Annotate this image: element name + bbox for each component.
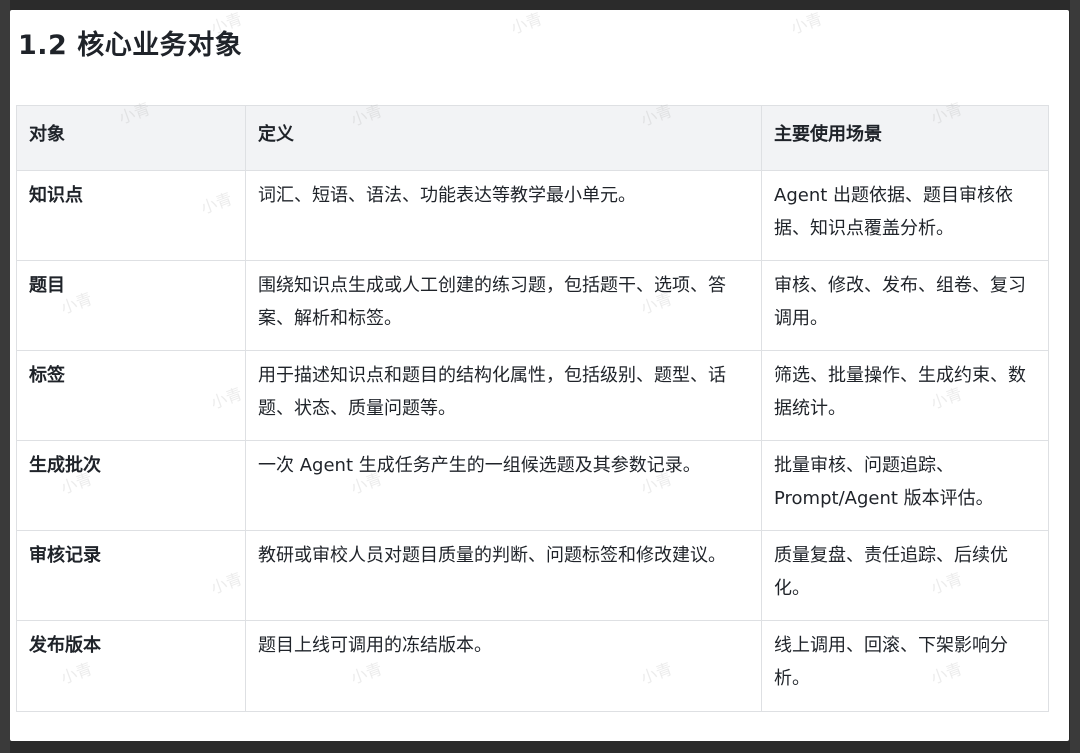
business-objects-table: 对象 定义 主要使用场景 知识点 词汇、短语、语法、功能表达等教学最小单元。 A…: [16, 105, 1049, 712]
cell-usage: 批量审核、问题追踪、Prompt/Agent 版本评估。: [761, 440, 1049, 531]
cell-object: 审核记录: [16, 530, 246, 621]
cell-usage: 线上调用、回滚、下架影响分析。: [761, 620, 1049, 712]
cell-usage: 质量复盘、责任追踪、后续优化。: [761, 530, 1049, 621]
table-row: 发布版本 题目上线可调用的冻结版本。 线上调用、回滚、下架影响分析。: [16, 620, 1049, 712]
document-panel: 1.2 核心业务对象 对象 定义 主要使用场景 知识点 词汇、短语、语法、功能表…: [10, 10, 1069, 741]
cell-definition: 词汇、短语、语法、功能表达等教学最小单元。: [245, 170, 762, 261]
background-window-edge-left: [0, 0, 10, 753]
cell-object: 生成批次: [16, 440, 246, 531]
table-row: 题目 围绕知识点生成或人工创建的练习题，包括题干、选项、答案、解析和标签。 审核…: [16, 260, 1049, 351]
cell-usage: Agent 出题依据、题目审核依据、知识点覆盖分析。: [761, 170, 1049, 261]
cell-usage: 审核、修改、发布、组卷、复习调用。: [761, 260, 1049, 351]
cell-definition: 教研或审校人员对题目质量的判断、问题标签和修改建议。: [245, 530, 762, 621]
section-heading: 1.2 核心业务对象: [18, 30, 243, 61]
cell-definition: 围绕知识点生成或人工创建的练习题，包括题干、选项、答案、解析和标签。: [245, 260, 762, 351]
cell-definition: 一次 Agent 生成任务产生的一组候选题及其参数记录。: [245, 440, 762, 531]
background-window-edge-right: [1070, 0, 1080, 753]
column-header-object: 对象: [16, 105, 246, 171]
cell-object: 标签: [16, 350, 246, 441]
table-row: 审核记录 教研或审校人员对题目质量的判断、问题标签和修改建议。 质量复盘、责任追…: [16, 530, 1049, 621]
cell-definition: 题目上线可调用的冻结版本。: [245, 620, 762, 712]
watermark-text: 小青: [508, 10, 545, 38]
column-header-definition: 定义: [245, 105, 762, 171]
table-row: 标签 用于描述知识点和题目的结构化属性，包括级别、题型、话题、状态、质量问题等。…: [16, 350, 1049, 441]
table-header-row: 对象 定义 主要使用场景: [16, 105, 1049, 171]
cell-object: 题目: [16, 260, 246, 351]
business-objects-table-container: 对象 定义 主要使用场景 知识点 词汇、短语、语法、功能表达等教学最小单元。 A…: [16, 105, 1049, 712]
cell-object: 发布版本: [16, 620, 246, 712]
cell-object: 知识点: [16, 170, 246, 261]
watermark-text: 小青: [788, 10, 825, 38]
cell-usage: 筛选、批量操作、生成约束、数据统计。: [761, 350, 1049, 441]
table-row: 知识点 词汇、短语、语法、功能表达等教学最小单元。 Agent 出题依据、题目审…: [16, 170, 1049, 261]
table-row: 生成批次 一次 Agent 生成任务产生的一组候选题及其参数记录。 批量审核、问…: [16, 440, 1049, 531]
cell-definition: 用于描述知识点和题目的结构化属性，包括级别、题型、话题、状态、质量问题等。: [245, 350, 762, 441]
column-header-usage: 主要使用场景: [761, 105, 1049, 171]
